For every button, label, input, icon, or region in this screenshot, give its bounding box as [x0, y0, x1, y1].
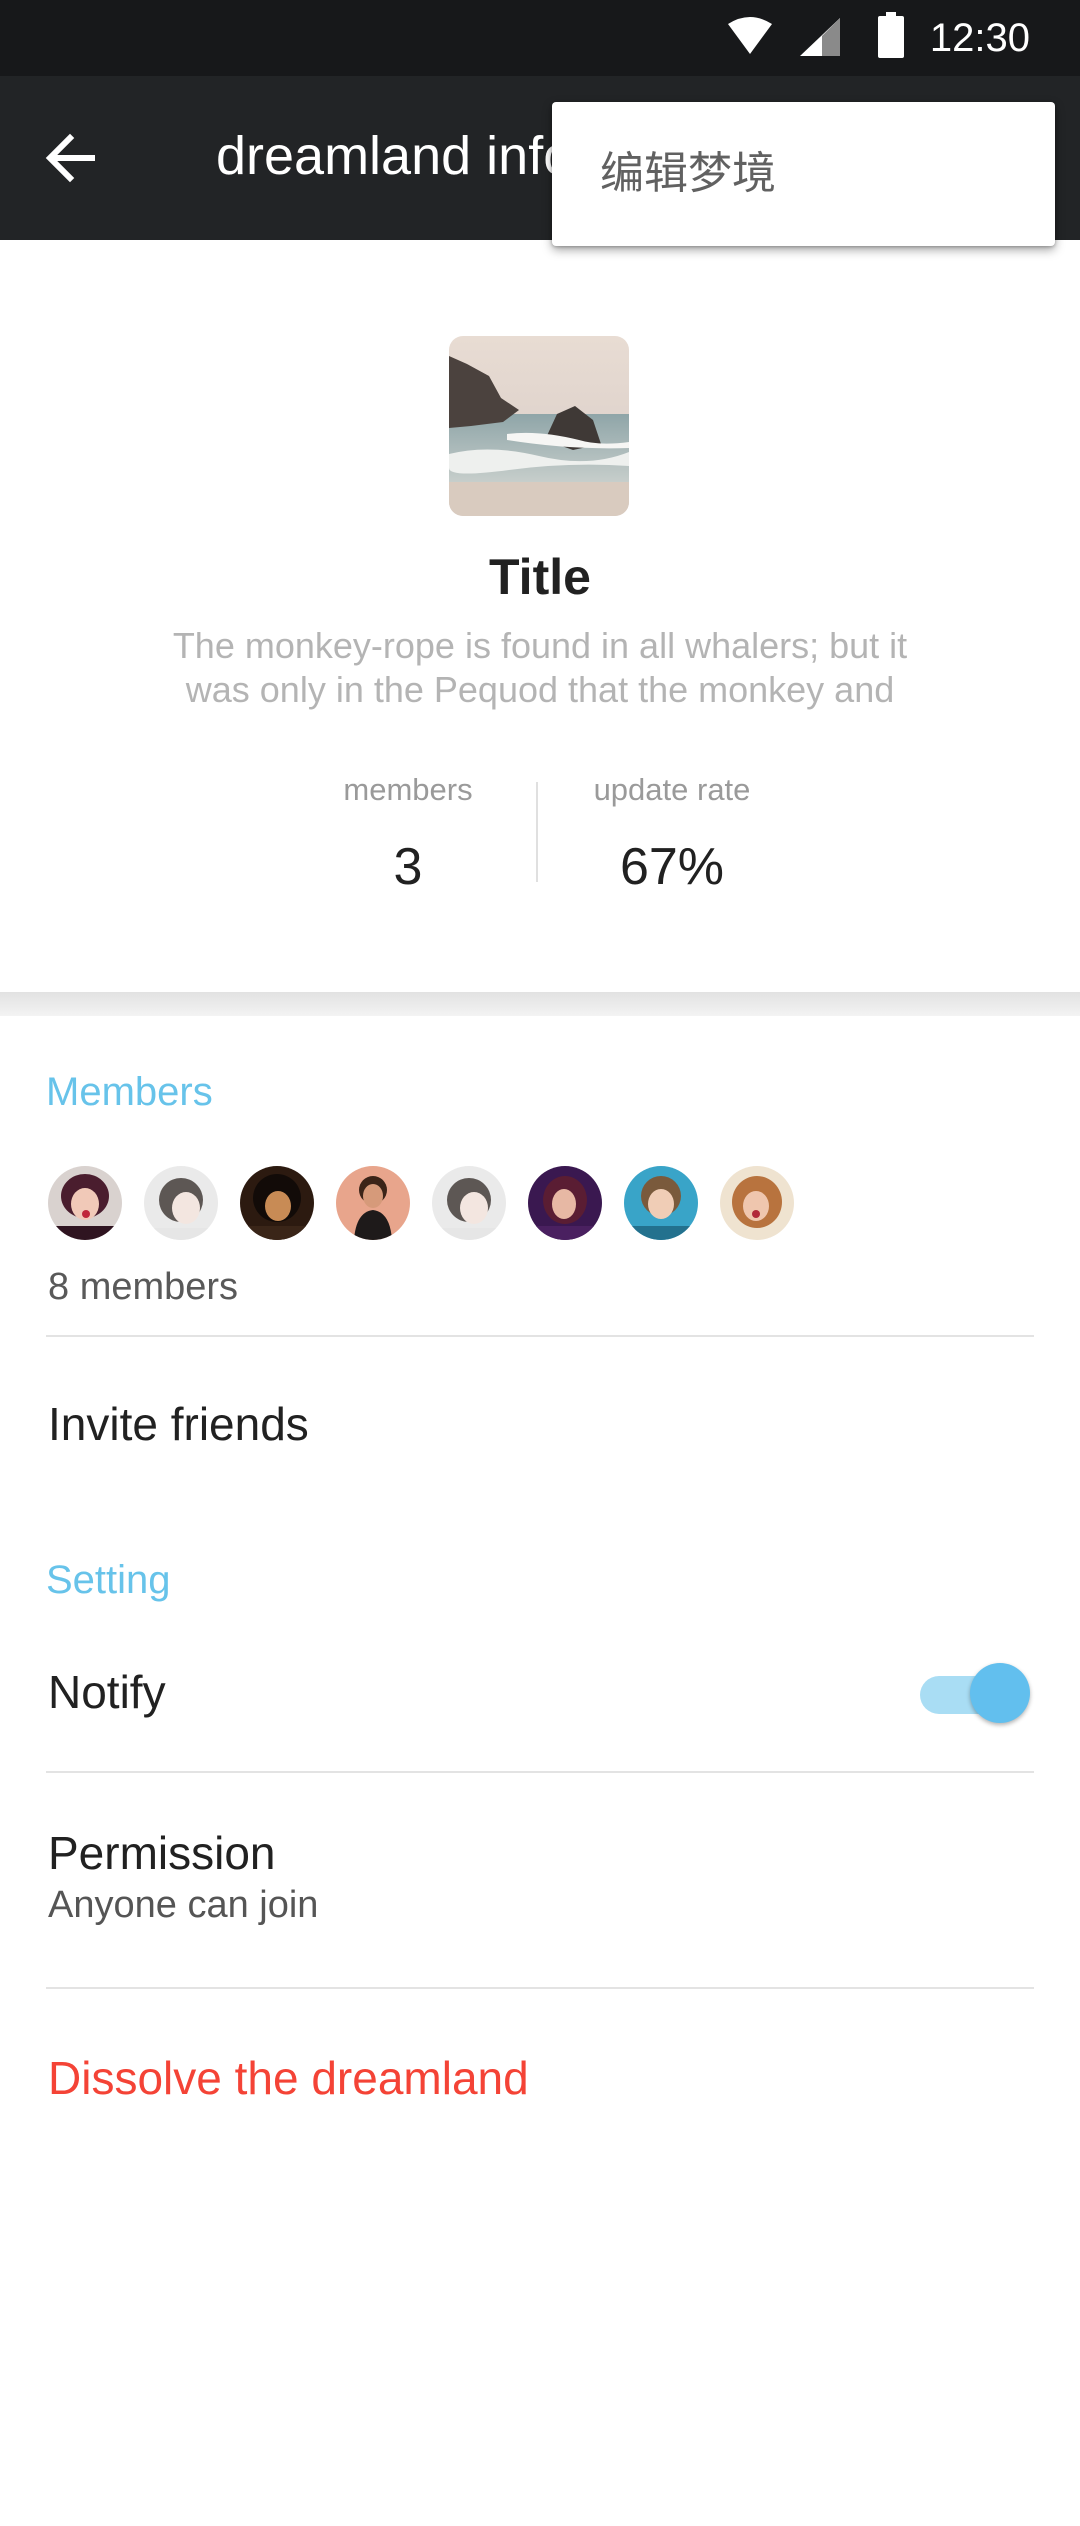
signal-icon: [800, 18, 840, 56]
permission-label: Permission: [48, 1827, 276, 1879]
stat-divider: [536, 782, 538, 882]
avatar[interactable]: [720, 1166, 794, 1240]
avatar[interactable]: [240, 1166, 314, 1240]
members-section-label: Members: [46, 1070, 213, 1114]
permission-value: Anyone can join: [48, 1884, 319, 1926]
avatar[interactable]: [528, 1166, 602, 1240]
divider: [46, 1771, 1034, 1773]
stat-update-rate-value: 67%: [619, 838, 725, 896]
setting-section-label: Setting: [46, 1558, 171, 1602]
page-title: dreamland info: [216, 126, 574, 186]
menu-item-edit-dreamland[interactable]: 编辑梦境: [600, 144, 776, 204]
stat-members-value: 3: [393, 838, 423, 896]
stat-members-label: members: [343, 772, 473, 807]
avatar[interactable]: [144, 1166, 218, 1240]
overflow-menu: 编辑梦境: [552, 102, 1055, 246]
stat-update-rate: update rate 67%: [552, 770, 792, 904]
dreamland-header: Title The monkey-rope is found in all wh…: [0, 240, 1080, 992]
battery-icon: [878, 12, 904, 58]
dreamland-description: The monkey-rope is found in all whalers;…: [172, 625, 908, 710]
notify-label: Notify: [48, 1666, 166, 1718]
dreamland-title: Title: [489, 549, 591, 605]
divider: [46, 1335, 1034, 1337]
arrow-back-icon: [45, 133, 95, 183]
divider: [46, 1987, 1034, 1989]
section-gap: [0, 992, 1080, 1016]
members-count: 8 members: [48, 1266, 239, 1308]
stat-members: members 3: [288, 770, 528, 904]
wifi-icon: [728, 17, 772, 54]
avatar[interactable]: [48, 1166, 122, 1240]
status-time: 12:30: [929, 16, 1030, 60]
dissolve-dreamland-button[interactable]: Dissolve the dreamland: [48, 2046, 529, 2110]
toggle-thumb: [970, 1663, 1030, 1723]
avatar[interactable]: [336, 1166, 410, 1240]
avatar[interactable]: [624, 1166, 698, 1240]
invite-friends-button[interactable]: Invite friends: [48, 1392, 309, 1456]
notify-toggle[interactable]: [920, 1660, 1032, 1724]
back-button[interactable]: [40, 126, 104, 190]
stat-update-rate-label: update rate: [593, 772, 751, 807]
status-bar: 12:30: [0, 0, 1080, 76]
avatar[interactable]: [432, 1166, 506, 1240]
dreamland-cover-image: [449, 336, 629, 516]
